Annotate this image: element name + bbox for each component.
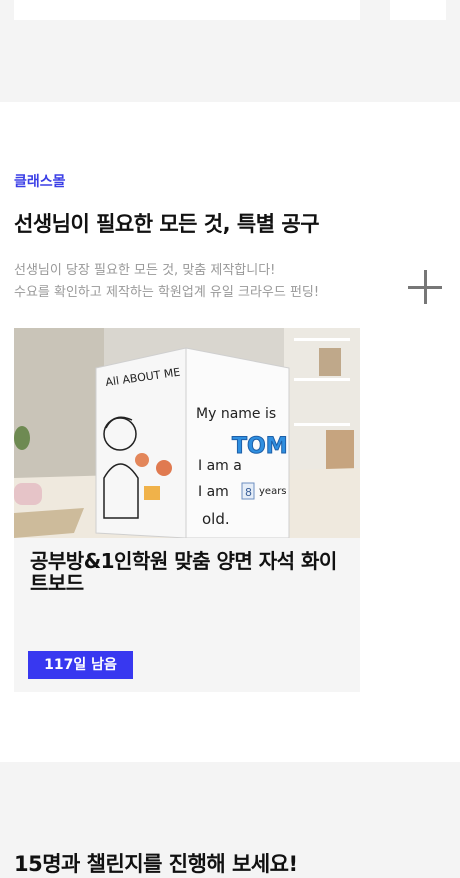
group-buy-section: 클래스몰 선생님이 필요한 모든 것, 특별 공구 선생님이 당장 필요한 모든… [0,102,460,762]
challenge-section-title: 15명과 챌린지를 진행해 보세요! [14,852,298,876]
previous-card-a[interactable] [14,0,360,20]
brand-label: 클래스몰 [14,174,66,190]
image-age: 8 [245,486,252,499]
days-left-badge: 117일 남음 [28,651,133,679]
image-line-2: I am a [198,458,242,474]
image-line-1: My name is [196,406,276,422]
image-years: years [259,486,287,497]
image-line-3: I am [198,484,229,500]
product-card[interactable]: All ABOUT ME My name is TOM I am a I am … [14,328,360,692]
image-name: TOM [232,434,288,459]
product-title[interactable]: 공부방&1인학원 맞춤 양면 자석 화이트보드 [30,550,350,594]
description-line-2: 수요를 확인하고 제작하는 학원업계 유일 크라우드 펀딩! [14,285,320,300]
description-line-1: 선생님이 당장 필요한 모든 것, 맞춤 제작합니다! [14,263,276,278]
plus-icon[interactable] [408,270,442,304]
product-image: All ABOUT ME My name is TOM I am a I am … [14,328,360,538]
image-line-4: old. [202,510,230,528]
section-description: 선생님이 당장 필요한 모든 것, 맞춤 제작합니다! 수요를 확인하고 제작하… [14,260,394,304]
section-title: 선생님이 필요한 모든 것, 특별 공구 [14,212,320,236]
previous-card-b[interactable] [390,0,446,20]
